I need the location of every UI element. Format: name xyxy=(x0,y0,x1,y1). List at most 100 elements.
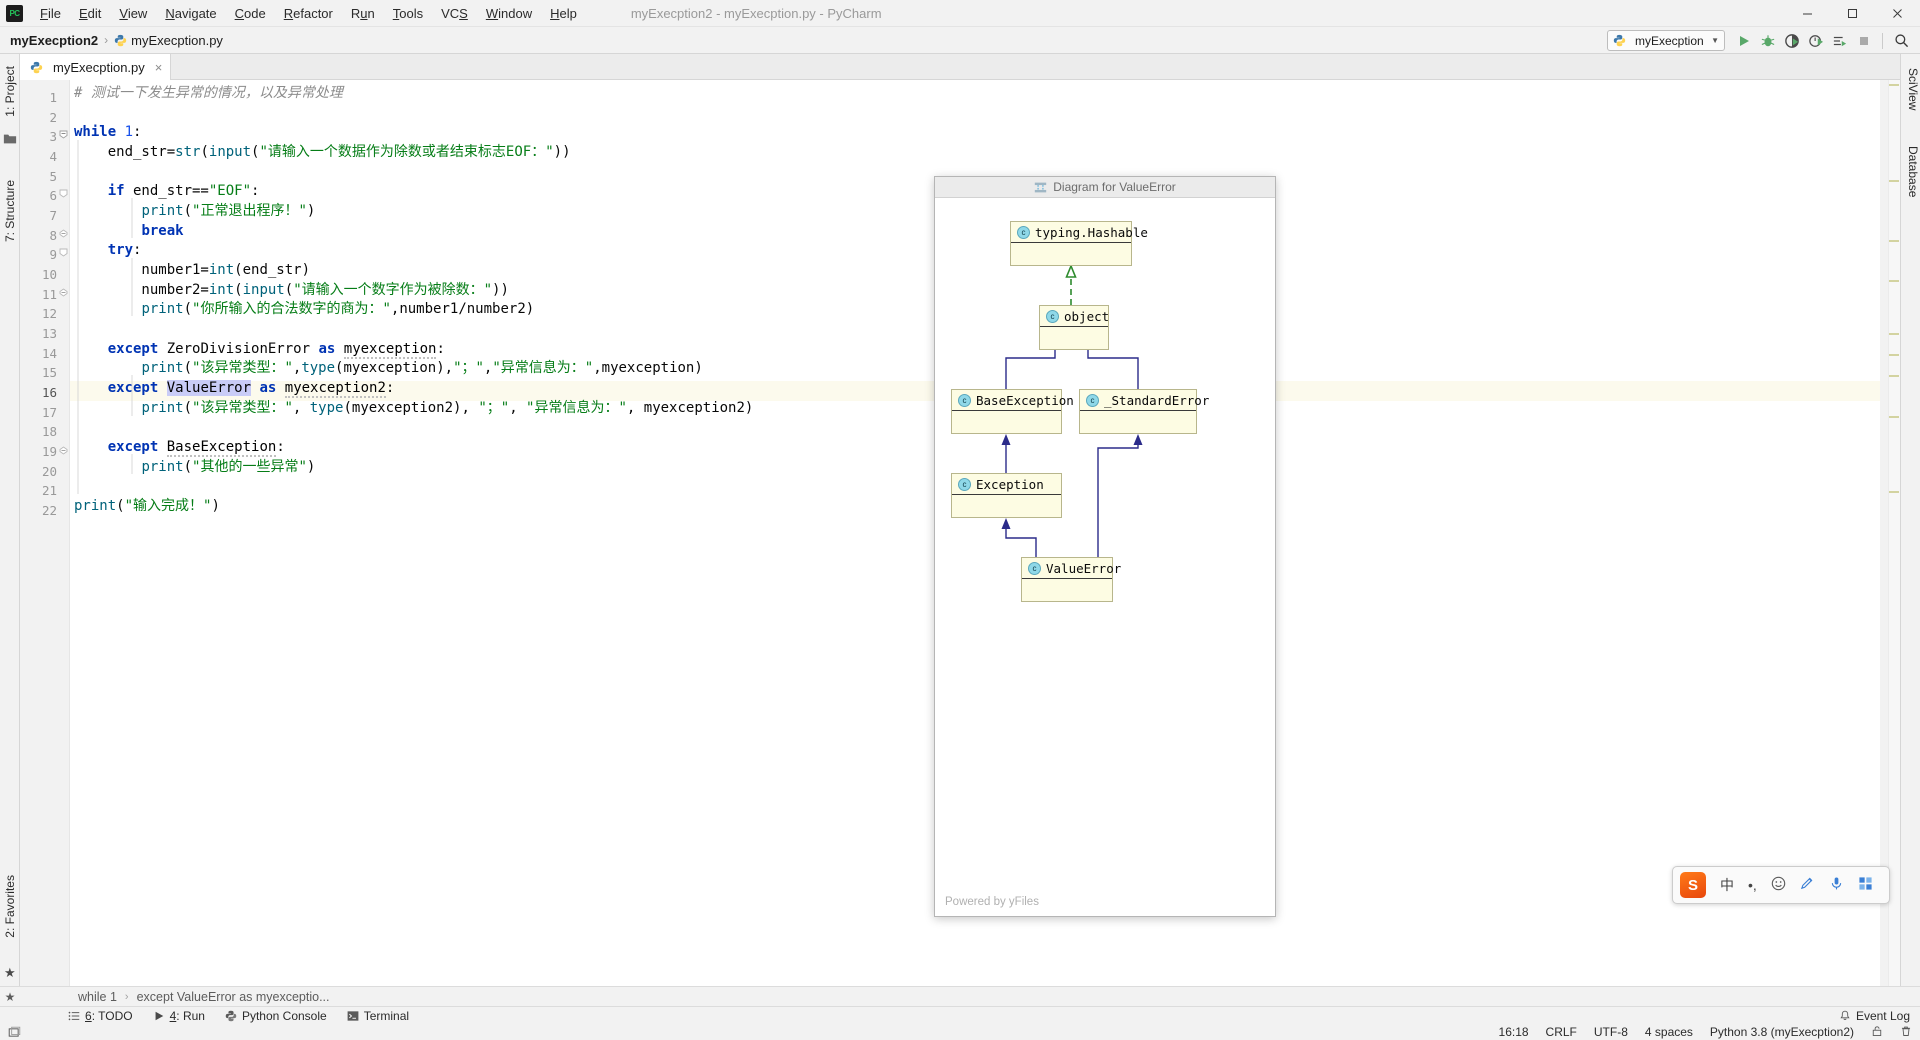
fold-marker-if[interactable] xyxy=(59,189,68,198)
menu-help[interactable]: Help xyxy=(541,2,586,25)
menu-edit[interactable]: Edit xyxy=(70,2,110,25)
code-line-17: print("该异常类型：", type(myexception2), "；",… xyxy=(141,400,754,416)
window-controls xyxy=(1785,0,1920,27)
ime-floating-bar[interactable]: S 中 •, xyxy=(1672,866,1890,904)
status-encoding[interactable]: UTF-8 xyxy=(1594,1025,1628,1039)
ime-toolbox-icon[interactable] xyxy=(1851,876,1880,894)
uml-canvas[interactable]: c typing.Hashable c object c BaseExcepti… xyxy=(935,198,1275,916)
editor-tab-myexecption[interactable]: myExecption.py × xyxy=(20,54,172,80)
sidebar-item-project[interactable]: 1: Project xyxy=(0,60,20,123)
nav-file-name[interactable]: myExecption.py xyxy=(131,33,223,48)
main-toolbar: myExecption ▼ xyxy=(1607,27,1912,54)
status-interpreter[interactable]: Python 3.8 (myExecption2) xyxy=(1710,1025,1854,1039)
sidebar-item-sciview[interactable]: SciView xyxy=(1903,62,1920,116)
uml-node-exception[interactable]: c Exception xyxy=(951,473,1062,518)
class-badge-icon: c xyxy=(1028,561,1041,575)
sidebar-item-database[interactable]: Database xyxy=(1903,140,1920,203)
line-number-current: 16 xyxy=(41,385,57,400)
editor-breadcrumb-bar: ★ while 1 › except ValueError as myexcep… xyxy=(0,986,1920,1006)
line-number: 6 xyxy=(49,188,57,203)
favorites-star-icon: ★ xyxy=(4,965,16,980)
diagram-icon xyxy=(1035,182,1047,192)
uml-node-label: BaseException xyxy=(976,392,1074,408)
uml-node-object[interactable]: c object xyxy=(1039,305,1109,350)
menu-vcs[interactable]: VCS xyxy=(432,2,477,25)
line-number: 4 xyxy=(49,149,57,164)
nav-separator-icon: › xyxy=(104,33,109,47)
ime-language-toggle[interactable]: 中 xyxy=(1713,875,1741,895)
code-line-6: if end_str=="EOF": xyxy=(107,183,260,199)
sidebar-item-favorites[interactable]: 2: Favorites xyxy=(0,869,20,944)
editor-marker-stripe[interactable] xyxy=(1888,80,1900,986)
favorites-toggle-icon[interactable]: ★ xyxy=(0,990,20,1004)
uml-node-members xyxy=(1022,579,1112,601)
tab-close-icon[interactable]: × xyxy=(155,60,163,75)
uml-node-standarderror[interactable]: c _StandardError xyxy=(1079,389,1209,434)
bell-icon xyxy=(1840,1010,1850,1020)
stop-button[interactable] xyxy=(1853,30,1875,52)
menu-refactor[interactable]: Refactor xyxy=(275,2,342,25)
status-line-separator[interactable]: CRLF xyxy=(1546,1025,1577,1039)
uml-node-members xyxy=(952,411,1061,433)
status-cursor-position[interactable]: 16:18 xyxy=(1499,1025,1529,1039)
menu-code[interactable]: Code xyxy=(226,2,275,25)
class-badge-icon: c xyxy=(1086,393,1099,407)
uml-diagram-popup[interactable]: Diagram for ValueError c typing.Hashable… xyxy=(934,176,1276,917)
event-log-button[interactable]: Event Log xyxy=(1839,1009,1910,1023)
run-config-label: myExecption xyxy=(1635,33,1704,48)
nav-project-name[interactable]: myExecption2 xyxy=(10,33,98,48)
run-configuration-selector[interactable]: myExecption ▼ xyxy=(1607,30,1725,51)
menu-view[interactable]: View xyxy=(110,2,156,25)
menu-window[interactable]: Window xyxy=(477,2,541,25)
run-coverage-button[interactable] xyxy=(1781,30,1803,52)
stripe-marker xyxy=(1889,354,1899,356)
debug-button[interactable] xyxy=(1757,30,1779,52)
line-number: 14 xyxy=(41,346,57,361)
line-number: 3 xyxy=(49,129,57,144)
toolwindow-terminal-label: Terminal xyxy=(363,1008,410,1023)
ime-punctuation-toggle[interactable]: •, xyxy=(1741,877,1764,893)
line-number: 22 xyxy=(41,503,57,518)
toolwindow-run-label: : Run xyxy=(176,1008,205,1023)
fold-marker-break[interactable] xyxy=(59,229,68,238)
maximize-button[interactable] xyxy=(1830,0,1875,27)
toolwindow-todo[interactable]: 6: TODO xyxy=(58,1007,143,1025)
ime-microphone-icon[interactable] xyxy=(1822,876,1851,894)
run-tests-button[interactable] xyxy=(1829,30,1851,52)
close-button[interactable] xyxy=(1875,0,1920,27)
toolwindow-terminal[interactable]: Terminal xyxy=(337,1007,419,1025)
uml-node-valueerror[interactable]: c ValueError xyxy=(1021,557,1121,602)
uml-node-typing-hashable[interactable]: c typing.Hashable xyxy=(1010,221,1148,266)
unlocked-icon[interactable] xyxy=(1871,1025,1883,1040)
ime-emoji-icon[interactable] xyxy=(1764,876,1793,894)
profile-button[interactable] xyxy=(1805,30,1827,52)
fold-marker-print[interactable] xyxy=(59,288,68,297)
class-badge-icon: c xyxy=(1046,309,1059,323)
toggle-toolwindows-button[interactable] xyxy=(8,1026,21,1039)
breadcrumb-item-except[interactable]: except ValueError as myexceptio... xyxy=(137,990,330,1004)
breadcrumb-item-while[interactable]: while 1 xyxy=(78,990,117,1004)
status-indent[interactable]: 4 spaces xyxy=(1645,1025,1693,1039)
minimize-button[interactable] xyxy=(1785,0,1830,27)
sidebar-item-structure[interactable]: 7: Structure xyxy=(0,174,20,248)
menu-tools[interactable]: Tools xyxy=(384,2,432,25)
uml-node-baseexception[interactable]: c BaseException xyxy=(951,389,1074,434)
fold-marker-while[interactable] xyxy=(59,130,68,139)
run-button[interactable] xyxy=(1733,30,1755,52)
code-line-7: print("正常退出程序！") xyxy=(141,203,316,219)
fold-marker-try[interactable] xyxy=(59,248,68,257)
toolwindow-python-console[interactable]: Python Console xyxy=(215,1007,337,1025)
line-number: 8 xyxy=(49,228,57,243)
toolwindow-run[interactable]: 4: Run xyxy=(143,1007,215,1025)
event-log-label: Event Log xyxy=(1855,1008,1910,1023)
uml-node-title: c ValueError xyxy=(1022,558,1121,579)
search-everywhere-icon[interactable] xyxy=(1890,30,1912,52)
fold-marker-except-base[interactable] xyxy=(59,446,68,455)
menu-file[interactable]: File xyxy=(31,2,70,25)
memory-indicator-icon[interactable] xyxy=(1900,1025,1912,1040)
menu-run[interactable]: Run xyxy=(342,2,384,25)
ime-pen-icon[interactable] xyxy=(1793,876,1822,894)
menu-navigate[interactable]: Navigate xyxy=(156,2,225,25)
sogou-ime-logo-icon[interactable]: S xyxy=(1680,872,1706,898)
uml-node-label: object xyxy=(1064,308,1110,324)
